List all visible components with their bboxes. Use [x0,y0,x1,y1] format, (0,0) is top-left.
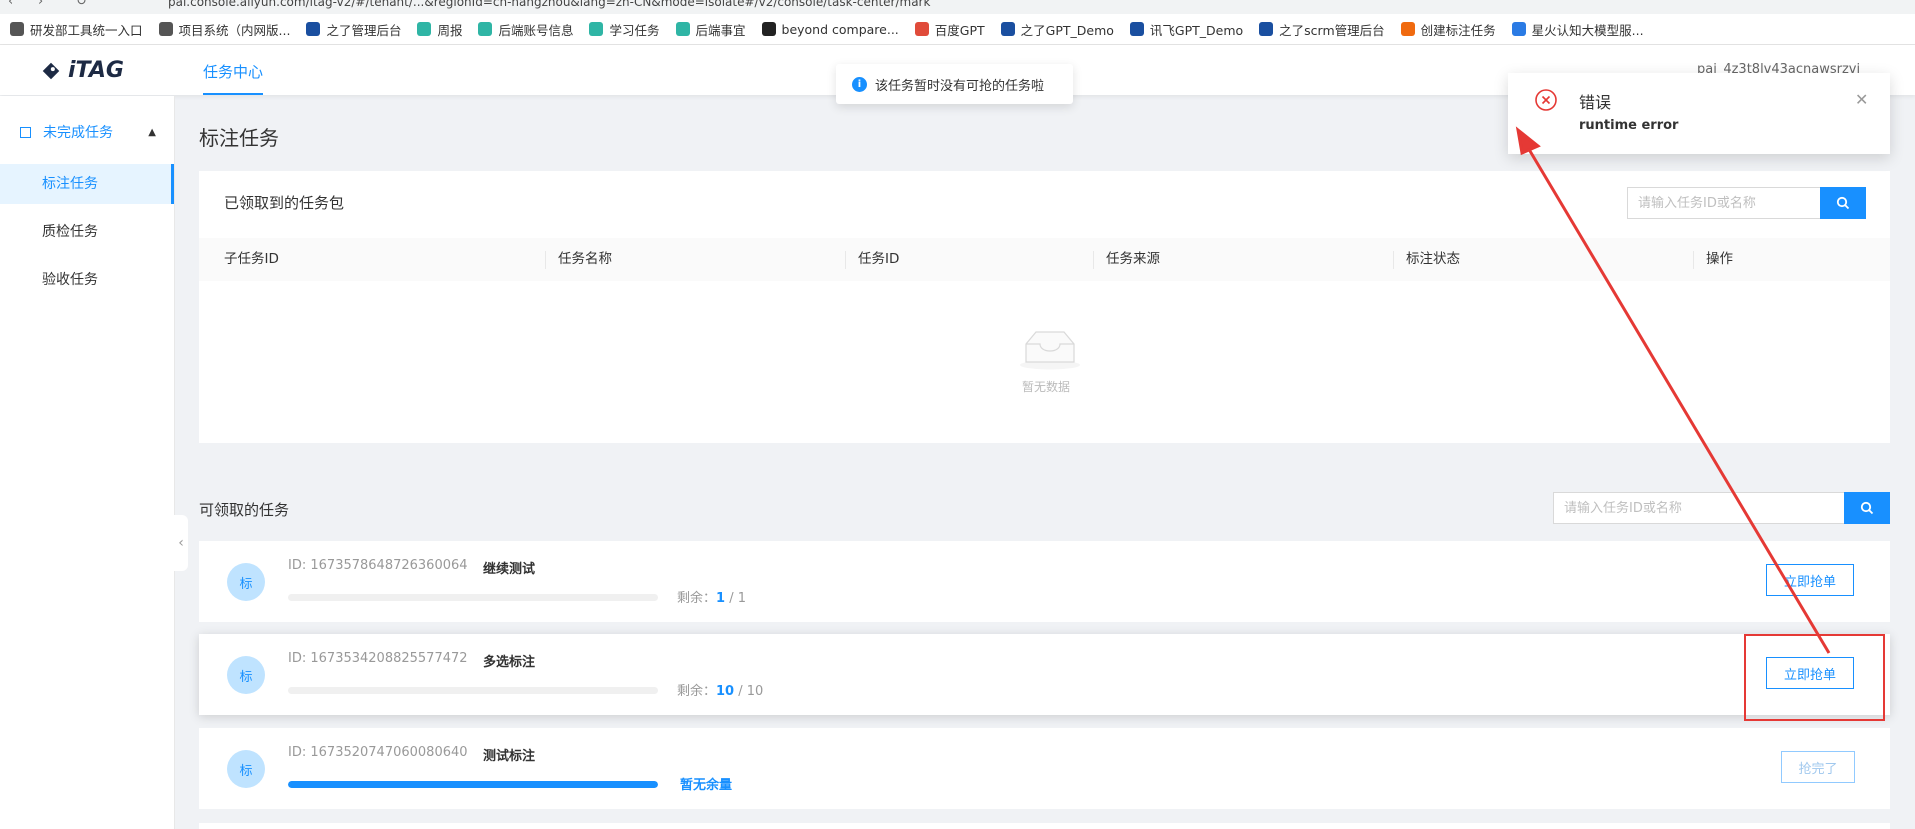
annotation-arrow [1515,126,1831,654]
